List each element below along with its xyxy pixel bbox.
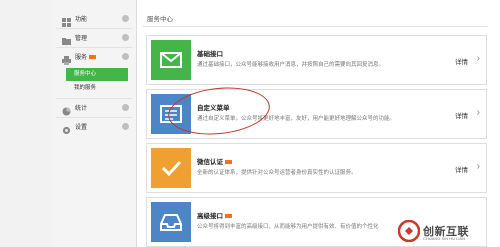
watermark-logo: 创新互联 CHUANG XIN HU LIAN [398,218,498,244]
chevron-right-icon[interactable]: › [477,54,480,64]
details-link[interactable]: 详情 [455,56,468,66]
settings-dot-icon[interactable] [122,104,129,111]
grid-icon [62,14,71,27]
inbox-tray-icon [160,214,182,231]
sidebar-item-label: 统计 [75,106,88,112]
settings-dot-icon[interactable] [122,123,129,130]
app-window: 功能 管理 服务 服务中心 我的服务 统计 设置 服务中心 基础接口 通过基础接… [0,0,500,247]
envelope-icon [160,52,182,68]
card-description: 公众号将得到丰富的高级接口，从而能够为用户提供有效、有价值的个性化 [197,224,379,230]
card-description: 全新的认证体系，提供针对公众号运营者身份真实性的认证服务。 [197,170,357,176]
sidebar-item-functions[interactable]: 功能 [52,10,136,27]
sidebar-item-label: 功能 [75,17,88,23]
card-tile [151,202,191,242]
folder-icon [62,33,71,45]
service-card-wechat-verification[interactable]: 微信认证 全新的认证体系，提供针对公众号运营者身份真实性的认证服务。 详情 › [146,143,487,193]
card-title-text: 高级接口 [197,213,223,220]
sidebar-item-services[interactable]: 服务 [52,48,136,65]
card-tile [151,40,191,80]
sidebar-item-label: 设置 [75,125,88,131]
settings-dot-icon[interactable] [122,53,129,60]
settings-dot-icon[interactable] [122,15,129,22]
divider [143,26,488,27]
gear-icon [62,122,71,135]
left-gutter [0,0,52,247]
sidebar-item-settings[interactable]: 设置 [52,118,136,135]
sidebar-subitem-service-center[interactable]: 服务中心 [66,68,128,81]
sidebar-item-label: 服务 [75,55,88,61]
card-title-text: 微信认证 [197,159,223,166]
card-title: 微信认证 [197,156,232,166]
checkmark-icon [161,160,182,177]
new-badge [225,214,232,219]
sidebar-item-management[interactable]: 管理 [52,29,136,46]
sidebar-subitem-my-services[interactable]: 我的服务 [66,82,128,95]
card-title: 高级接口 [197,210,232,220]
chevron-right-icon[interactable]: › [477,162,480,172]
watermark-emblem-icon [398,220,420,242]
card-title: 基础接口 [197,51,223,58]
settings-dot-icon[interactable] [122,34,129,41]
card-tile [151,148,191,188]
sidebar: 功能 管理 服务 服务中心 我的服务 统计 设置 [52,0,137,247]
service-card-basic-api[interactable]: 基础接口 通过基础接口，公众号能够接收用户消息，并按照自己的需要向其回复消息。 … [146,35,487,85]
new-badge [225,160,232,165]
details-link[interactable]: 详情 [455,110,468,120]
page-title: 服务中心 [147,16,173,23]
printer-icon [62,52,71,65]
watermark-subtext: CHUANG XIN HU LIAN [423,236,466,241]
sidebar-item-label: 管理 [75,36,88,42]
new-badge [89,54,97,59]
sidebar-item-statistics[interactable]: 统计 [52,99,136,116]
chevron-right-icon[interactable]: › [477,108,480,118]
card-description: 通过基础接口，公众号能够接收用户消息，并按照自己的需要向其回复消息。 [197,62,385,68]
details-link[interactable]: 详情 [455,164,468,174]
chart-icon [62,103,71,116]
